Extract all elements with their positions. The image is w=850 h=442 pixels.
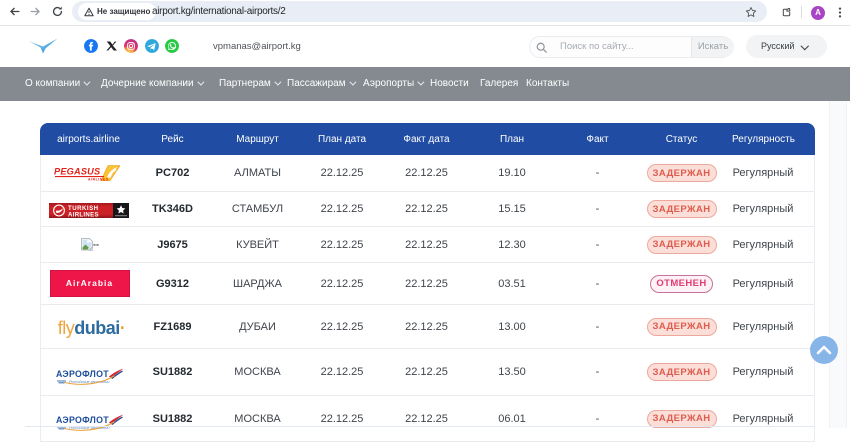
svg-text:PEGASUS: PEGASUS xyxy=(54,167,101,177)
svg-text:AIRLINES: AIRLINES xyxy=(68,211,99,217)
svg-text:АЭРОФЛОТ: АЭРОФЛОТ xyxy=(56,369,109,379)
svg-text:AIRLINES: AIRLINES xyxy=(88,178,109,182)
svg-text:АЭРОФЛОТ: АЭРОФЛОТ xyxy=(56,415,109,425)
